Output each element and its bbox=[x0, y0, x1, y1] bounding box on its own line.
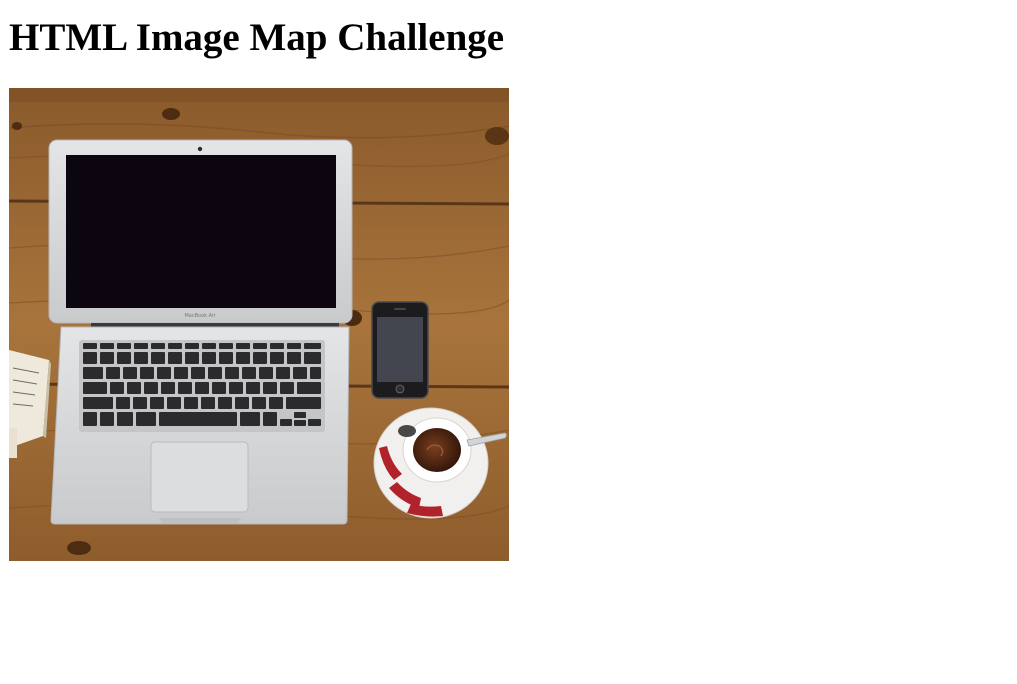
laptop-hotspot[interactable]: MacBook Air bbox=[48, 139, 353, 525]
desk-photo-image-map[interactable]: MacBook Air bbox=[9, 88, 509, 561]
laptop-keyboard bbox=[79, 340, 325, 432]
svg-text:MacBook Air: MacBook Air bbox=[184, 313, 216, 319]
page-title: HTML Image Map Challenge bbox=[9, 16, 505, 59]
laptop-trackpad bbox=[150, 441, 249, 513]
phone-hotspot[interactable] bbox=[371, 301, 429, 399]
